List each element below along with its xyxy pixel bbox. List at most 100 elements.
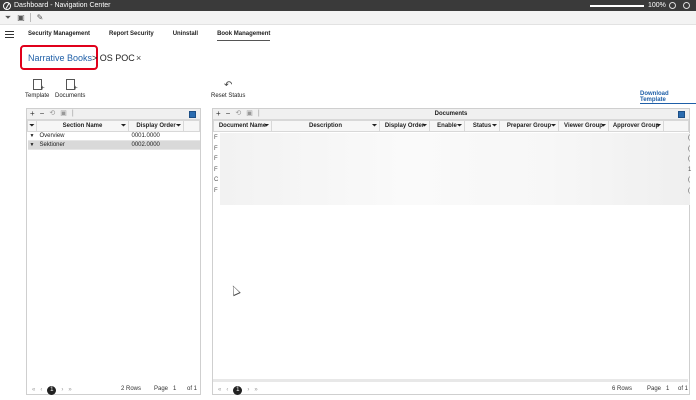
display-order-cell: 0002.0000 [128,140,184,150]
page-number[interactable]: 1 [666,386,669,392]
template-button[interactable]: Template [25,79,49,99]
filter-icon[interactable]: ⏷ [121,123,126,130]
menu-icon[interactable] [5,31,14,38]
list-item[interactable]: F [214,154,220,165]
prev-page-icon[interactable]: ‹ [40,387,42,393]
sections-pager: « ‹ 1 › » [32,384,77,396]
current-page-button[interactable]: 1 [233,385,243,395]
tab-report-security[interactable]: Report Security [109,31,154,41]
close-icon[interactable]: × [136,53,141,63]
column-header-display-order[interactable]: Display Order ⏷ [128,120,184,132]
refresh-icon[interactable] [669,2,676,9]
column-header-description[interactable]: Description ⏷ [271,120,380,132]
page-label: Page [647,386,662,392]
download-template-link[interactable]: Download Template [640,91,696,104]
add-document-icon [65,79,78,92]
tab-book-management[interactable]: Book Management [217,31,271,41]
first-page-icon[interactable]: « [32,387,35,393]
expand-row-icon[interactable]: ▼ [27,140,37,150]
column-spacer [663,120,689,132]
reset-status-button[interactable]: ↶ Reset Status [211,80,245,99]
approver-column-tail: ( ( ( 1 ( ( [688,133,694,196]
column-header-viewer-group[interactable]: Viewer Group ⏷ [558,120,609,132]
filter-icon[interactable]: ⏷ [264,123,269,130]
remove-icon[interactable]: − [40,110,45,118]
filter-icon[interactable]: ⏷ [176,123,181,130]
documents-title: Documents [434,111,468,117]
sections-grid: ⏷ Section Name ⏷ Display Order ⏷ ▼ Overvie… [27,120,200,150]
breadcrumb-narrative-books[interactable]: Narrative Books [28,53,92,63]
save-icon[interactable]: ▣ [60,110,67,118]
add-document-icon [32,79,45,92]
zoom-slider[interactable] [590,4,644,7]
filter-icon[interactable]: ⏷ [601,123,606,130]
row-count: 6 Rows [612,386,633,392]
undo-icon: ↶ [223,80,233,91]
expand-icon[interactable] [189,111,196,118]
toolbar-divider: | [71,110,74,117]
documents-button[interactable]: Documents [55,79,85,99]
list-item: ( [688,187,690,194]
table-row[interactable]: ▼ Overview 0001.0000 [27,131,200,141]
page-label: Page [154,386,169,392]
last-page-icon[interactable]: » [68,387,71,393]
pencil-icon[interactable]: ✎ [36,13,44,22]
window-title: Dashboard - Navigation Center [14,2,111,9]
filter-icon[interactable]: ⏷ [492,123,497,130]
horizontal-scrollbar[interactable] [213,379,688,382]
column-header-document-name[interactable]: Document Name ⏷ [213,120,272,132]
tab-uninstall[interactable]: Uninstall [173,31,198,41]
zoom-slider-fill [590,4,644,7]
column-header-preparer-group[interactable]: Preparer Group ⏷ [499,120,559,132]
next-page-icon[interactable]: › [61,387,63,393]
documents-pager: « ‹ 1 › » [218,384,263,396]
zoom-control[interactable]: 100% [590,0,666,11]
table-row[interactable]: ▼ Sektioner 0002.0000 [27,140,200,150]
tab-security-management[interactable]: Security Management [28,31,90,41]
filter-icon[interactable]: ⏷ [422,123,427,130]
image-icon[interactable]: ▣ [17,13,25,22]
toolbar: ⏷ ▣ ✎ [0,11,696,25]
section-name-cell: Overview [36,131,129,141]
list-item[interactable]: F [214,144,220,155]
filter-icon[interactable]: ⏷ [372,123,377,130]
list-item: 1 [688,166,692,173]
column-header-status[interactable]: Status ⏷ [464,120,500,132]
column-header-approver-group[interactable]: Approver Group ⏷ [608,120,664,132]
filter-icon[interactable]: ⏷ [551,123,556,130]
last-page-icon[interactable]: » [254,387,257,393]
add-icon[interactable]: + [30,110,35,118]
next-page-icon[interactable]: › [247,387,249,393]
list-item[interactable]: F [214,186,220,197]
column-header-enable[interactable]: Enable ⏷ [429,120,465,132]
list-item: ( [688,156,690,162]
blurred-rows [220,133,690,205]
breadcrumb-current-label: OS POC [99,53,135,63]
list-item[interactable]: F [214,133,220,144]
filter-icon[interactable]: ⏷ [4,13,12,22]
documents-toolbar: Documents + − ⟲ ▣ | [213,109,689,120]
list-item[interactable]: F [214,165,220,176]
filter-icon[interactable]: ⏷ [27,120,37,132]
column-header-section-name[interactable]: Section Name ⏷ [36,120,129,132]
settings-icon[interactable] [683,2,690,9]
first-page-icon[interactable]: « [218,387,221,393]
list-item: ( [688,145,690,152]
page-total: of 1 [678,386,689,392]
filter-icon[interactable]: ⏷ [457,123,462,130]
column-header-display-order[interactable]: Display Order ⏷ [379,120,430,132]
toolbar-divider [30,13,31,22]
filter-icon[interactable]: ⏷ [656,123,661,130]
documents-label: Documents [55,93,86,99]
list-item[interactable]: C [214,175,220,186]
prev-page-icon[interactable]: ‹ [226,387,228,393]
expand-icon[interactable] [678,111,685,118]
page-total: of 1 [187,386,198,392]
current-page-button[interactable]: 1 [47,385,57,395]
breadcrumb-current: > OS POC [92,53,135,63]
title-bar: Dashboard - Navigation Center 100% [0,0,696,11]
expand-row-icon[interactable]: ▼ [27,131,37,141]
template-label: Template [25,93,50,99]
refresh-icon[interactable]: ⟲ [49,110,55,118]
page-number[interactable]: 1 [173,386,176,392]
